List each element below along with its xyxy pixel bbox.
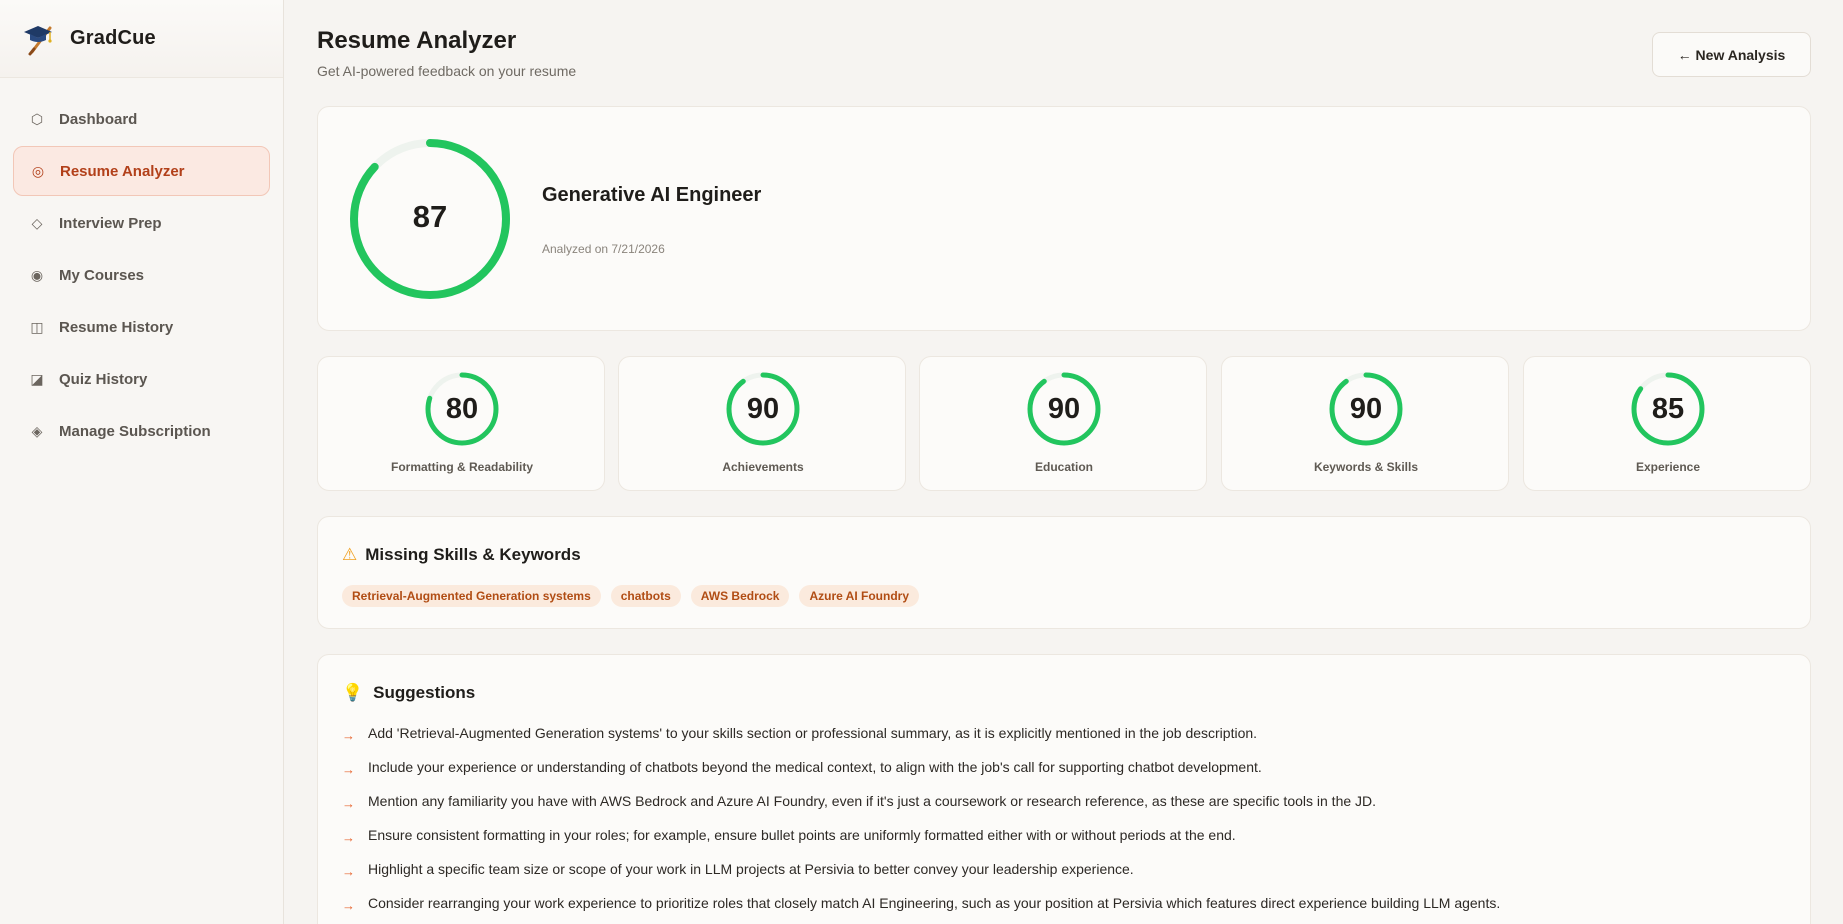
suggestions-card: 💡 Suggestions → Add 'Retrieval-Augmented … [317,654,1811,924]
sidebar-nav: ⬡ Dashboard ◎ Resume Analyzer ◇ Intervie… [0,78,283,456]
metric-label: Keywords & Skills [1313,460,1419,474]
metric-value: 80 [445,392,479,425]
metric-label: Achievements [722,460,804,474]
sidebar-item-my-courses[interactable]: ◉ My Courses [13,250,270,300]
sidebar-item-label: Resume History [59,318,174,336]
job-title: Generative AI Engineer [542,184,762,206]
suggestion-text: Add 'Retrieval-Augmented Generation syst… [368,725,1258,741]
metric-value: 85 [1651,392,1685,425]
hexagon-icon: ⬡ [30,110,44,127]
list-item: → Add 'Retrieval-Augmented Generation sys… [342,725,1500,759]
target-icon: ◎ [31,162,45,179]
suggestions-title: 💡 Suggestions [342,683,475,703]
skill-tag: AWS Bedrock [690,585,790,607]
metric-card-education: 90 Education [919,356,1207,491]
metric-card-formatting: 80 Formatting & Readability [317,356,605,491]
page-subtitle: Get AI-powered feedback on your resume [317,63,577,79]
sidebar-item-label: Dashboard [59,110,138,128]
sidebar-item-label: Resume Analyzer [60,162,185,180]
skill-tag: Retrieval-Augmented Generation systems [342,585,601,607]
arrow-right-icon: → [342,728,355,743]
missing-skills-title: ⚠ Missing Skills & Keywords [342,545,581,565]
sidebar: GradCue ⬡ Dashboard ◎ Resume Analyzer ◇ … [0,0,284,924]
suggestion-text: Include your experience or understanding… [368,759,1262,775]
page-title: Resume Analyzer [317,27,517,54]
skill-tag: chatbots [610,585,681,607]
metric-label: Education [1034,460,1093,474]
suggestion-text: Mention any familiarity you have with AW… [368,793,1377,809]
sidebar-item-interview-prep[interactable]: ◇ Interview Prep [13,198,270,248]
diamond-dot-icon: ◈ [31,422,43,439]
split-square-icon: ◫ [30,318,44,335]
metric-card-achievements: 90 Achievements [618,356,906,491]
suggestions-title-text: Suggestions [373,683,476,702]
metric-cards: 80 Formatting & Readability 90 Achieveme… [317,356,1811,491]
list-item: → Mention any familiarity you have with A… [342,793,1500,827]
missing-skills-tags: Retrieval-Augmented Generation systems c… [342,585,929,607]
sidebar-item-dashboard[interactable]: ⬡ Dashboard [13,94,270,144]
arrow-right-icon: → [342,762,355,777]
sidebar-item-quiz-history[interactable]: ◪ Quiz History [13,354,270,404]
metric-card-experience: 85 Experience [1523,356,1811,491]
half-square-icon: ◪ [30,370,44,387]
overall-score-value: 87 [412,199,448,234]
sidebar-item-resume-analyzer[interactable]: ◎ Resume Analyzer [13,146,270,196]
sidebar-item-manage-subscription[interactable]: ◈ Manage Subscription [13,406,270,456]
brand[interactable]: GradCue [0,0,283,78]
sidebar-item-label: Quiz History [59,370,148,388]
metric-label: Formatting & Readability [390,460,533,474]
list-item: → Highlight a specific team size or scope… [342,861,1500,895]
diamond-icon: ◇ [31,214,43,231]
sidebar-item-label: Interview Prep [59,214,162,232]
arrow-right-icon: → [342,898,355,913]
sidebar-item-resume-history[interactable]: ◫ Resume History [13,302,270,352]
sidebar-item-label: My Courses [59,266,145,284]
lightbulb-icon: 💡 [342,683,364,702]
suggestions-list: → Add 'Retrieval-Augmented Generation sys… [342,725,1500,924]
metric-value: 90 [746,392,780,425]
arrow-right-icon: → [342,864,355,879]
metric-card-keywords: 90 Keywords & Skills [1221,356,1509,491]
suggestion-text: Consider rearranging your work experienc… [368,895,1501,911]
suggestion-text: Highlight a specific team size or scope … [368,861,1134,877]
brand-name: GradCue [70,27,156,49]
sidebar-item-label: Manage Subscription [59,422,211,440]
list-item: → Ensure consistent formatting in your ro… [342,827,1500,861]
metric-label: Experience [1635,460,1701,474]
missing-skills-title-text: Missing Skills & Keywords [365,545,581,564]
suggestion-text: Ensure consistent formatting in your rol… [368,827,1236,843]
new-analysis-button[interactable]: ← New Analysis [1652,32,1811,77]
skill-tag: Azure AI Foundry [799,585,920,607]
metric-value: 90 [1047,392,1081,425]
warning-icon: ⚠ [342,545,358,564]
circle-dot-icon: ◉ [30,266,44,283]
arrow-right-icon: → [342,830,355,845]
analyzed-date: Analyzed on 7/21/2026 [542,242,665,256]
list-item: → Consider rearranging your work experien… [342,895,1500,924]
missing-skills-card: ⚠ Missing Skills & Keywords Retrieval-Au… [317,516,1811,629]
metric-value: 90 [1349,392,1383,425]
overall-score-card: 87 Generative AI Engineer Analyzed on 7/… [317,106,1811,331]
arrow-right-icon: → [342,796,355,811]
list-item: → Include your experience or understandin… [342,759,1500,793]
graduation-cap-icon [24,25,52,55]
